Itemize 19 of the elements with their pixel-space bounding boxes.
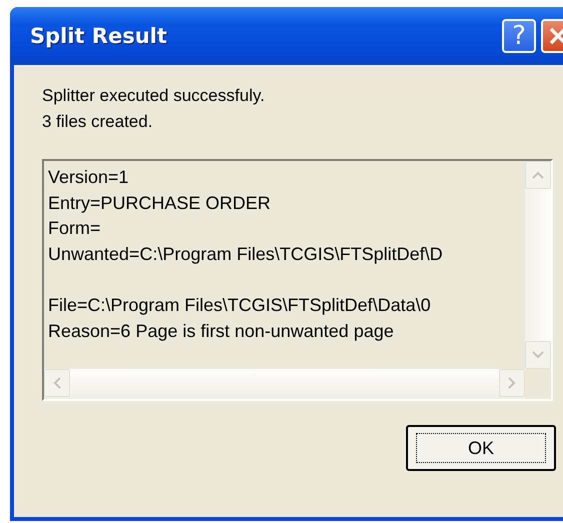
- scroll-right-button[interactable]: [499, 369, 525, 397]
- output-line: Reason=6 Page is first non-unwanted page: [48, 320, 394, 343]
- output-line: File=C:\Program Files\TCGIS\FTSplitDef\Data\0: [48, 294, 431, 317]
- ok-button[interactable]: OK: [406, 425, 556, 471]
- output-line: Version=1: [48, 166, 129, 189]
- window-title: Split Result: [29, 24, 168, 48]
- message-text: Splitter executed successfuly.: [42, 85, 266, 107]
- output-line: Unwanted=C:\Program Files\TCGIS\FTSplitDef\D: [48, 242, 443, 266]
- scroll-up-button[interactable]: [525, 161, 551, 189]
- output-line: Entry=PURCHASE ORDER: [48, 192, 271, 215]
- output-text-box[interactable]: Version=1 Entry=PURCHASE ORDER Form= Unwanted=C:\Program Files\TCGIS\FTSplitDef\D File=C:\Program Files\TCGIS\FTSplitDef\Data\0 Reason=6 Page is first non-unwanted page: [42, 159, 553, 401]
- help-button[interactable]: ?: [502, 19, 536, 53]
- output-line: Form=: [48, 217, 101, 240]
- vertical-scrollbar[interactable]: [525, 161, 551, 369]
- horizontal-scrollbar[interactable]: [44, 369, 525, 399]
- scroll-left-button[interactable]: [44, 369, 70, 397]
- message-text: 3 files created.: [42, 111, 154, 133]
- close-icon: [549, 27, 563, 45]
- scroll-down-button[interactable]: [525, 341, 551, 369]
